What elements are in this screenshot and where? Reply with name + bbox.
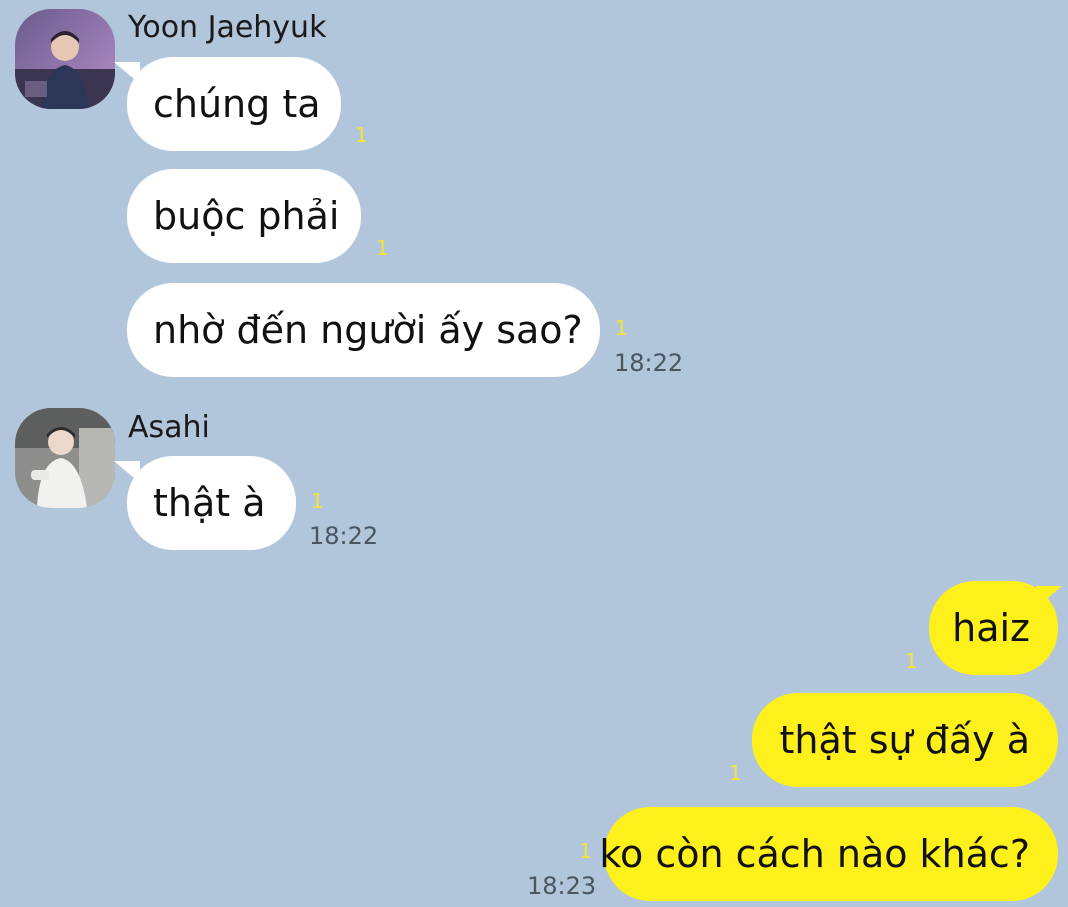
- message-bubble[interactable]: nhờ đến người ấy sao?: [127, 283, 600, 377]
- unread-count: 1: [376, 236, 389, 260]
- message-text: nhờ đến người ấy sao?: [153, 308, 583, 352]
- message-text: ko còn cách nào khác?: [599, 832, 1030, 876]
- message-timestamp: 18:23: [527, 872, 597, 900]
- message-bubble-outgoing[interactable]: haiz: [929, 581, 1058, 675]
- message-timestamp: 18:22: [309, 522, 379, 550]
- unread-count: 1: [311, 489, 324, 513]
- profile-photo-icon: [15, 408, 115, 508]
- message-timestamp: 18:22: [614, 349, 684, 377]
- unread-count: 1: [355, 123, 368, 147]
- profile-photo-icon: [15, 9, 115, 109]
- message-bubble-outgoing[interactable]: ko còn cách nào khác?: [599, 807, 1058, 901]
- message-bubble-outgoing[interactable]: thật sự đấy à: [752, 693, 1058, 787]
- message-text: thật sự đấy à: [779, 718, 1030, 762]
- sender-name: Asahi: [128, 410, 210, 445]
- avatar-asahi[interactable]: [15, 408, 115, 508]
- message-text: buộc phải: [153, 194, 340, 238]
- unread-count: 1: [615, 316, 628, 340]
- message-text: haiz: [952, 606, 1030, 650]
- avatar-yoon-jaehyuk[interactable]: [15, 9, 115, 109]
- sender-name: Yoon Jaehyuk: [128, 10, 327, 45]
- message-bubble[interactable]: buộc phải: [127, 169, 361, 263]
- message-text: thật à: [153, 481, 266, 525]
- unread-count: 1: [905, 649, 918, 673]
- unread-count: 1: [729, 761, 742, 785]
- message-bubble[interactable]: thật à: [127, 456, 296, 550]
- message-bubble[interactable]: chúng ta: [127, 57, 341, 151]
- unread-count: 1: [579, 839, 592, 863]
- message-text: chúng ta: [153, 82, 321, 126]
